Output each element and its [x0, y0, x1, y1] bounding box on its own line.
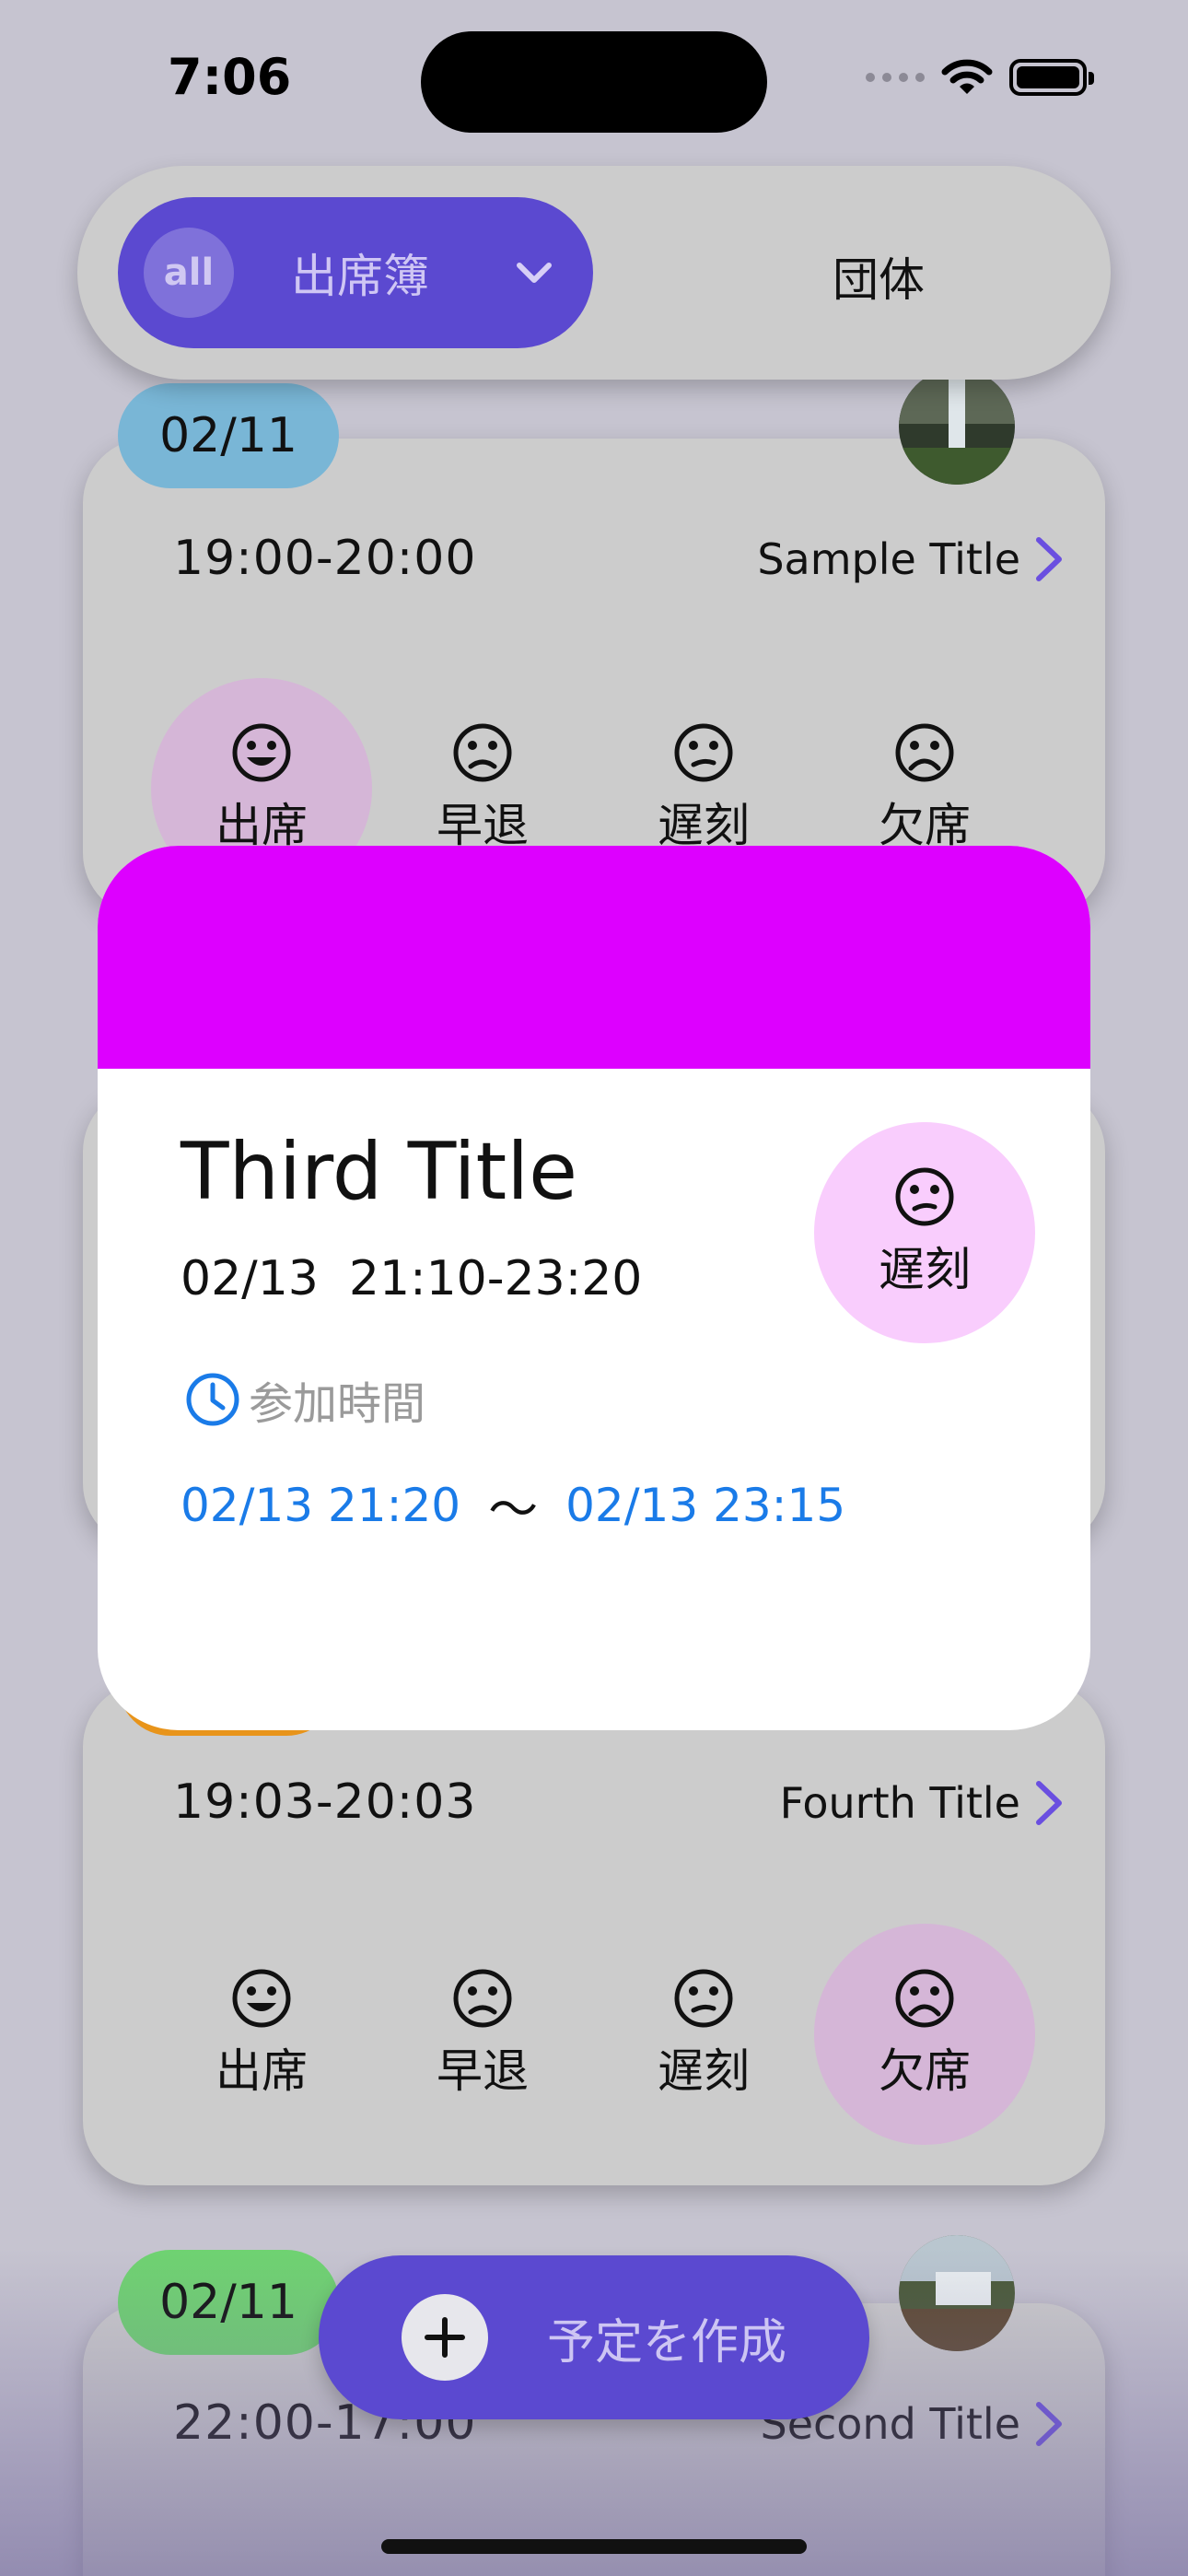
event-card[interactable]: 19:03-20:03 Fourth Title 出席 早退 遅刻 欠席	[83, 1682, 1105, 2185]
event-title: Fourth Title	[779, 1778, 1020, 1828]
event-time: 19:00-20:00	[173, 531, 477, 586]
confused-face-icon	[674, 1969, 733, 2028]
status-label: 欠席	[879, 2044, 971, 2098]
modal-status-label: 遅刻	[879, 1243, 971, 1296]
join-separator: 〜	[488, 1481, 539, 1539]
avatar	[899, 2235, 1015, 2351]
modal-date-time: 02/13 21:10-23:20	[181, 1251, 643, 1306]
status-label: 遅刻	[658, 2044, 750, 2098]
modal-title: Third Title	[181, 1126, 578, 1218]
modal-status-late-button[interactable]: 遅刻	[814, 1122, 1035, 1343]
event-detail-modal[interactable]: Third Title 02/13 21:10-23:20 遅刻 参加時間 02…	[98, 846, 1090, 1730]
signal-icon	[866, 73, 925, 82]
frown-face-icon	[453, 1969, 512, 2028]
status-label: 出席	[215, 2044, 308, 2098]
chevron-down-icon[interactable]	[512, 251, 556, 295]
sad-face-icon	[895, 723, 954, 782]
clock-icon	[186, 1373, 239, 1426]
create-event-button[interactable]: 予定を作成	[319, 2255, 869, 2419]
wifi-icon	[941, 59, 993, 94]
screen: 7:06 all 出席簿 団体 02/11 19:00-20:00 Sample…	[0, 0, 1188, 2576]
smile-face-icon	[232, 723, 291, 782]
modal-header	[98, 846, 1090, 1069]
chevron-right-icon	[1036, 1781, 1062, 1825]
status-time: 7:06	[168, 48, 292, 106]
status-icons	[866, 57, 1094, 98]
frown-face-icon	[453, 723, 512, 782]
date-chip: 02/11	[118, 2250, 339, 2355]
status-present-button[interactable]: 出席	[151, 1924, 372, 2145]
plus-icon	[402, 2294, 488, 2381]
join-start-time[interactable]: 02/13 21:20	[181, 1479, 460, 1532]
status-early-leave-button[interactable]: 早退	[372, 1924, 593, 2145]
confused-face-icon	[895, 1167, 954, 1226]
create-event-label: 予定を作成	[547, 2314, 787, 2371]
top-segment-bar: all 出席簿 団体	[77, 166, 1111, 380]
join-time-range: 02/13 21:20 〜 02/13 23:15	[181, 1469, 845, 1541]
dynamic-island	[421, 31, 767, 133]
chevron-right-icon	[1036, 537, 1062, 581]
event-title: Sample Title	[757, 534, 1020, 584]
status-row: 出席 早退 遅刻 欠席	[151, 1924, 1035, 2145]
all-badge[interactable]: all	[144, 228, 234, 318]
segment-attendance-label: 出席簿	[291, 250, 429, 303]
status-late-button[interactable]: 遅刻	[593, 1924, 814, 2145]
smile-face-icon	[232, 1969, 291, 2028]
join-time-label: 参加時間	[249, 1378, 426, 1430]
home-indicator[interactable]	[381, 2539, 807, 2554]
segment-group[interactable]: 団体	[833, 243, 925, 310]
avatar	[899, 369, 1015, 485]
event-title-link[interactable]: Sample Title	[757, 534, 1065, 584]
chevron-right-icon	[1036, 2402, 1062, 2446]
join-end-time[interactable]: 02/13 23:15	[565, 1479, 845, 1532]
join-time-header: 参加時間	[184, 1367, 425, 1432]
status-absent-button[interactable]: 欠席	[814, 1924, 1035, 2145]
battery-icon	[1009, 59, 1094, 96]
event-time: 19:03-20:03	[173, 1774, 477, 1830]
segment-attendance[interactable]: all 出席簿	[118, 197, 593, 348]
status-label: 早退	[437, 2044, 529, 2098]
sad-face-icon	[895, 1969, 954, 2028]
confused-face-icon	[674, 723, 733, 782]
date-chip: 02/11	[118, 383, 339, 488]
event-title-link[interactable]: Fourth Title	[780, 1778, 1065, 1828]
